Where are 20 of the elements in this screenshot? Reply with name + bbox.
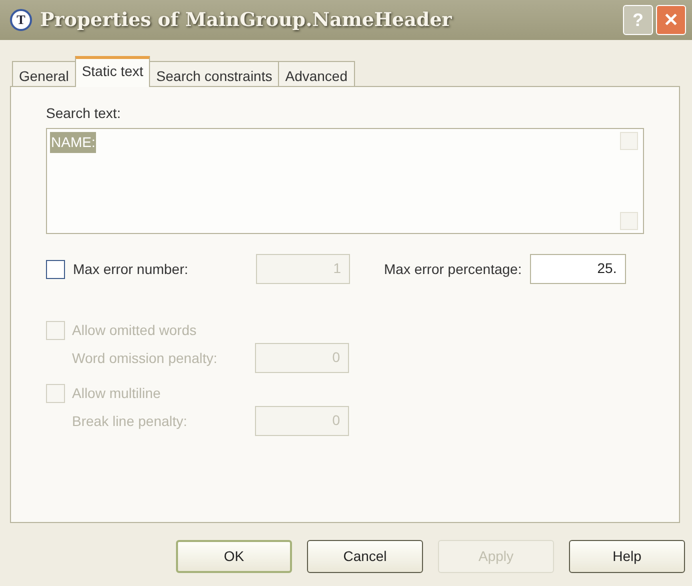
field-label: Max error percentage: [384,260,522,279]
dialog-button[interactable]: Help [569,540,685,573]
checkbox-label: Max error number: [73,260,190,278]
selected-text: NAME: [50,132,96,153]
window-title: Properties of MainGroup.NameHeader [40,8,452,33]
checkbox-label: Allow multiline [72,384,161,403]
checkbox[interactable] [46,260,65,278]
field-label: Word omission penalty: [72,348,218,368]
dialog-button[interactable]: Cancel [307,540,423,573]
tab[interactable]: Search constraints [149,61,280,87]
tab[interactable]: Advanced [278,61,355,87]
checkbox-label: Allow omitted words [72,321,196,340]
percentage-field[interactable]: 25. [530,254,626,284]
scrollbar[interactable] [620,132,640,230]
field-label: Search text: [46,104,122,123]
tab[interactable]: General [12,61,76,87]
dialog-button[interactable]: OK [176,540,292,573]
tab[interactable]: Static text [74,56,150,87]
field-label: Break line penalty: [72,412,188,431]
app-icon: T [10,9,32,31]
